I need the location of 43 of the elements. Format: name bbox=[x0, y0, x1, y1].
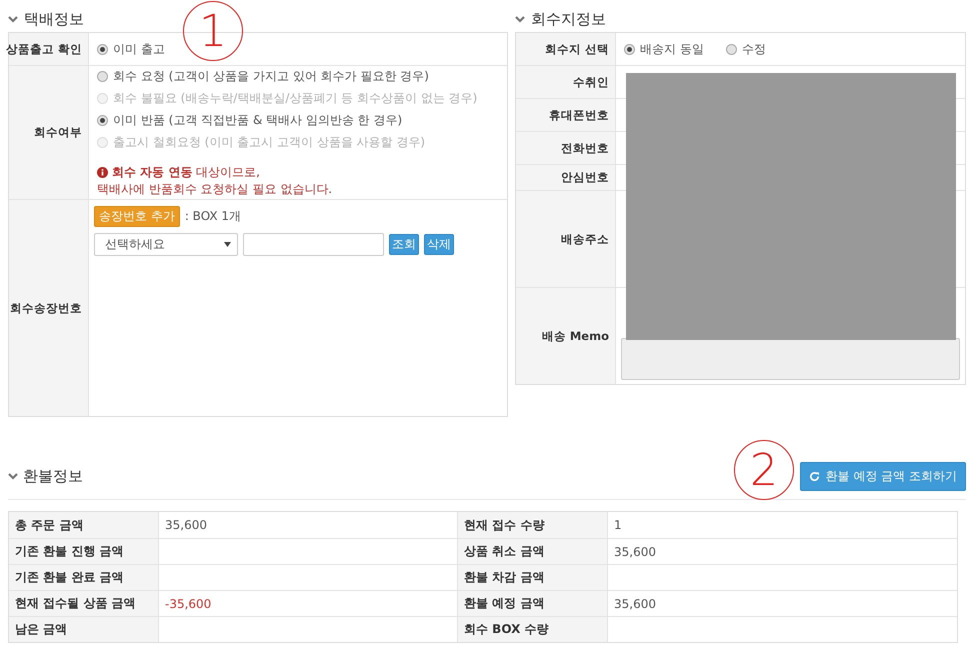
table-label: 기존 환불 진행 금액 bbox=[9, 539, 159, 564]
table-label: 현재 접수 수량 bbox=[458, 512, 608, 538]
table-label: 환불 차감 금액 bbox=[458, 565, 608, 590]
field-label: 회수지 선택 bbox=[516, 33, 616, 65]
table-cell-text: 1 bbox=[613, 517, 623, 534]
carrier-select[interactable]: 선택하세요 bbox=[94, 233, 238, 256]
chevron-down-icon bbox=[515, 16, 525, 22]
chevron-down-icon bbox=[8, 473, 18, 480]
table-label: 현재 접수될 상품 금액 bbox=[9, 591, 159, 616]
annotation-marker: 1 bbox=[183, 1, 243, 61]
field-label: 배송 Memo bbox=[516, 288, 616, 384]
field-label: 안심번호 bbox=[516, 165, 616, 190]
field-label: 수취인 bbox=[516, 66, 616, 98]
table-cell-text: 35,600 bbox=[613, 596, 657, 612]
invoice-field[interactable] bbox=[243, 233, 384, 256]
table-label: 기존 환불 완료 금액 bbox=[9, 565, 159, 590]
table-label: 총 주문 금액 bbox=[9, 512, 159, 538]
field-label: 회수송장번호 bbox=[9, 200, 89, 416]
field-label: 회수여부 bbox=[9, 66, 89, 199]
chevron-down-icon bbox=[8, 16, 18, 22]
caret-icon bbox=[224, 242, 231, 247]
radio-option[interactable]: 회수 요청 (고객이 상품을 가지고 있어 회수가 필요한 경우) bbox=[97, 68, 499, 84]
section-title: 택배정보 bbox=[24, 10, 84, 28]
radio-option[interactable]: 이미 반품 (고객 직접반품 & 택배사 임의반송 한 경우) bbox=[97, 112, 499, 128]
section-title: 환불정보 bbox=[23, 467, 83, 486]
refresh-icon bbox=[808, 471, 820, 482]
radio-option[interactable]: 수정 bbox=[726, 40, 766, 58]
notice-text: 택배사에 반품회수 요청하실 필요 없습니다. bbox=[97, 182, 332, 196]
radio-option[interactable]: 배송지 동일 bbox=[624, 40, 704, 58]
table-label: 상품 취소 금액 bbox=[458, 539, 608, 564]
table-cell-text: 35,600 bbox=[613, 544, 657, 560]
field-label: 배송주소 bbox=[516, 191, 616, 287]
annotation-marker: 2 bbox=[734, 440, 794, 500]
info-icon bbox=[97, 166, 108, 178]
box-count: : BOX 1개 bbox=[184, 208, 242, 225]
notice-text: 회수 자동 연동 대상이므로, bbox=[112, 164, 260, 180]
table-label: 환불 예정 금액 bbox=[458, 591, 608, 616]
field-label: 휴대폰번호 bbox=[516, 99, 616, 131]
memo-field[interactable] bbox=[621, 338, 960, 380]
field-label: 전화번호 bbox=[516, 132, 616, 164]
table-label: 회수 BOX 수량 bbox=[458, 617, 608, 642]
table-label: 남은 금액 bbox=[9, 617, 159, 642]
section-title: 회수지정보 bbox=[531, 10, 606, 28]
